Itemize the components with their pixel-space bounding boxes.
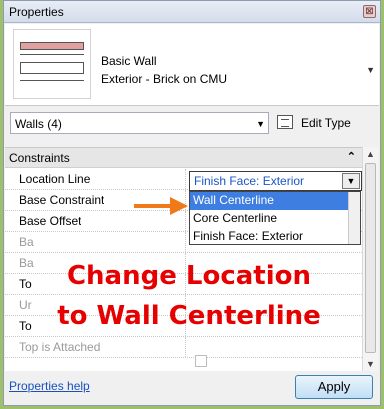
window-title: Properties [9,5,64,19]
property-name: Top is Attached [19,340,101,354]
instance-filter-value: Walls (4) [15,117,62,131]
property-name: Location Line [19,172,91,186]
instance-filter-dropdown[interactable]: Walls (4) ▼ [10,112,269,134]
location-line-dropdown[interactable]: Finish Face: Exterior ▼ [189,171,362,191]
annotation-arrow-icon [134,197,188,215]
edit-type-label: Edit Type [301,116,351,130]
option-core-centerline[interactable]: Core Centerline [190,210,350,228]
property-name: To [19,319,32,333]
property-row[interactable]: Top is Attached [5,337,362,358]
scroll-down-icon[interactable]: ▼ [366,359,375,369]
group-header-constraints[interactable]: Constraints ⌃ [5,148,362,168]
property-name: Ur [19,298,32,312]
property-name: Base Constraint [19,193,105,207]
property-name: To [19,277,32,291]
properties-help-link[interactable]: Properties help [9,379,90,393]
chevron-down-icon[interactable]: ▼ [342,173,360,189]
property-name: Ba [19,256,34,270]
callout-line-2: to Wall Centerline [57,301,321,331]
chevron-down-icon[interactable]: ▼ [366,65,375,75]
column-divider [185,169,186,189]
top-is-attached-checkbox[interactable] [195,355,207,367]
type-selector[interactable]: Basic Wall Exterior - Brick on CMU ▼ [5,24,379,106]
chevron-down-icon[interactable]: ▼ [256,119,265,129]
close-icon[interactable]: ⊠ [363,5,376,18]
option-finish-face-exterior[interactable]: Finish Face: Exterior [190,228,350,244]
scroll-up-icon[interactable]: ▲ [366,149,375,159]
edit-type-icon [277,115,293,129]
instruction-callout: Change Location to Wall Centerline [44,256,334,336]
type-family: Basic Wall [101,54,157,68]
apply-button[interactable]: Apply [295,375,373,399]
location-line-options: Wall Centerline Core Centerline Finish F… [189,191,361,245]
options-scrollbar[interactable] [348,192,360,244]
filter-row: Walls (4) ▼ Edit Type [5,112,379,142]
collapse-icon[interactable]: ⌃ [347,150,356,163]
scroll-thumb[interactable] [365,163,376,353]
property-name: Base Offset [19,214,82,228]
edit-type-button[interactable]: Edit Type [275,113,379,133]
group-label: Constraints [9,151,70,165]
option-wall-centerline[interactable]: Wall Centerline [190,192,350,210]
column-divider [185,337,186,357]
properties-palette: Properties ⊠ Basic Wall Exterior - Brick… [3,0,381,406]
property-name: Ba [19,235,34,249]
palette-footer: Properties help Apply [5,375,379,405]
callout-line-1: Change Location [66,261,312,291]
type-name: Exterior - Brick on CMU [101,72,228,86]
location-line-value: Finish Face: Exterior [194,174,305,188]
title-bar: Properties ⊠ [4,1,380,23]
grid-scrollbar[interactable]: ▲ ▼ [362,147,378,371]
wall-type-preview [13,29,91,99]
column-divider [185,232,186,252]
